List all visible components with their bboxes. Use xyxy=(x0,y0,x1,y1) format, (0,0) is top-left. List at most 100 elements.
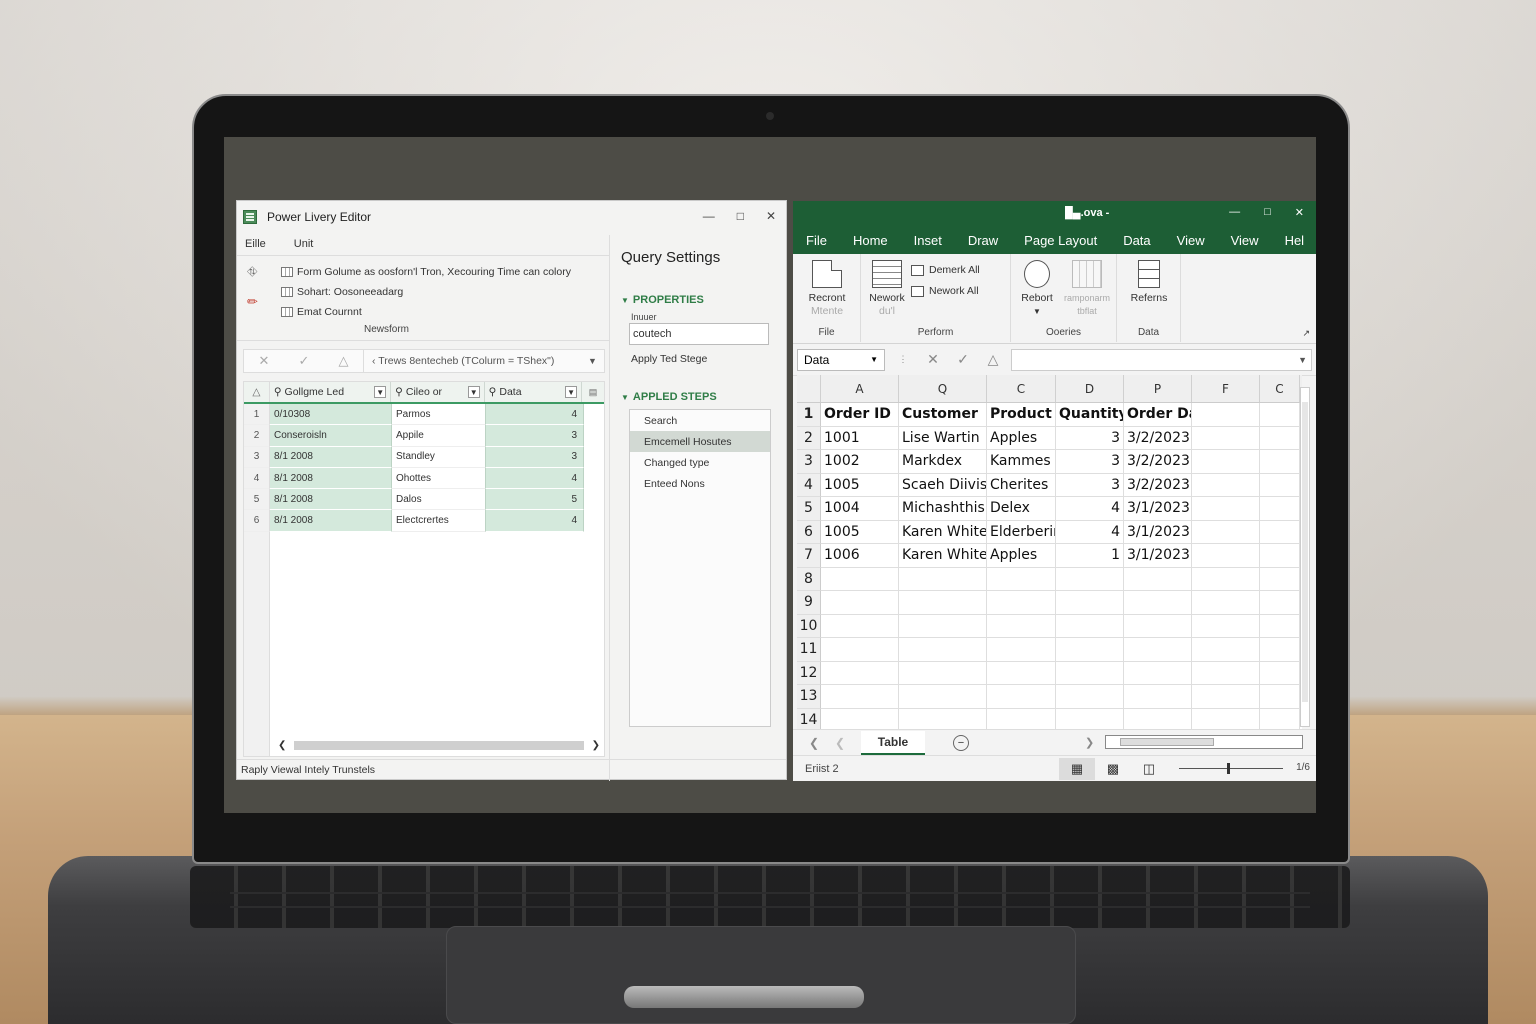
cell[interactable] xyxy=(821,685,899,709)
cell[interactable] xyxy=(987,614,1056,638)
cell[interactable] xyxy=(1260,661,1300,685)
minimize-icon[interactable]: — xyxy=(1229,206,1240,219)
tab-view[interactable]: View xyxy=(1164,233,1218,248)
cell[interactable] xyxy=(1260,685,1300,709)
chevron-left-icon[interactable]: ❮ xyxy=(835,736,845,750)
chevron-right-icon[interactable]: ❯ xyxy=(1085,736,1094,749)
cell[interactable]: 4 xyxy=(486,467,584,490)
chevron-left-icon[interactable]: ❮ xyxy=(278,740,286,751)
all-properties-link[interactable]: Apply Ted Stege xyxy=(621,353,781,365)
cell[interactable]: 1002 xyxy=(821,450,899,474)
ribbon-item-form[interactable]: Form Golume as oosforn'l Tron, Xecouring… xyxy=(281,262,571,282)
column-header[interactable]: ⚲ Cileo or ▼ xyxy=(391,382,485,402)
page-break-view-icon[interactable]: ◫ xyxy=(1131,758,1167,780)
cell[interactable]: 3/2/2023 xyxy=(1124,426,1192,450)
page-layout-view-icon[interactable]: ▩ xyxy=(1095,758,1131,780)
cell[interactable]: Delex xyxy=(987,497,1056,521)
cell[interactable] xyxy=(1192,520,1260,544)
filter-dropdown-icon[interactable]: ▼ xyxy=(374,386,387,398)
cell[interactable] xyxy=(1192,567,1260,591)
column-header[interactable]: F xyxy=(1192,375,1260,402)
cell[interactable] xyxy=(1124,567,1192,591)
column-header[interactable]: P xyxy=(1124,375,1192,402)
cell[interactable] xyxy=(821,614,899,638)
demerk-all-button[interactable]: Demerk All xyxy=(911,264,980,276)
cell[interactable]: 3 xyxy=(486,425,584,447)
cell[interactable] xyxy=(1056,614,1124,638)
cell[interactable]: 1 xyxy=(1056,544,1124,568)
cell[interactable] xyxy=(1260,638,1300,662)
list-item[interactable]: Changed type xyxy=(630,452,770,473)
chevron-down-icon[interactable]: ▼ xyxy=(588,356,604,366)
cell[interactable]: Michashthis xyxy=(899,497,987,521)
cell[interactable]: Elderberin xyxy=(987,520,1056,544)
add-sheet-icon[interactable]: − xyxy=(953,734,969,751)
horizontal-scrollbar[interactable]: ❮ ❯ xyxy=(278,738,600,752)
cell[interactable] xyxy=(821,591,899,615)
properties-section[interactable]: ▼ PROPERTIES xyxy=(621,294,781,306)
cell[interactable]: 4 xyxy=(1056,520,1124,544)
cell[interactable]: 1004 xyxy=(821,497,899,521)
column-header[interactable]: ⚲ Data ▼ xyxy=(485,382,583,402)
cell[interactable]: 0/10308 xyxy=(270,404,392,426)
maximize-icon[interactable]: □ xyxy=(1264,206,1271,219)
zoom-slider[interactable] xyxy=(1179,763,1283,774)
cell[interactable] xyxy=(1260,403,1300,427)
list-item[interactable]: Search xyxy=(630,410,770,431)
add-column-icon[interactable]: ▤ xyxy=(582,382,604,402)
cell[interactable]: 1001 xyxy=(821,426,899,450)
zoom-level[interactable]: 1/6 xyxy=(1296,762,1310,773)
cell[interactable]: 3 xyxy=(486,446,584,468)
cell[interactable]: 1005 xyxy=(821,473,899,497)
column-header[interactable]: Q xyxy=(899,375,987,402)
cell[interactable]: 8/1 2008 xyxy=(270,489,392,511)
tab-data[interactable]: Data xyxy=(1110,233,1163,248)
normal-view-icon[interactable]: ▦ xyxy=(1059,758,1095,780)
cell[interactable] xyxy=(821,661,899,685)
cell[interactable]: Cherites xyxy=(987,473,1056,497)
column-header[interactable]: D xyxy=(1056,375,1124,402)
cell[interactable] xyxy=(1192,614,1260,638)
cell[interactable]: Scaeh Diivis xyxy=(899,473,987,497)
cell[interactable]: Karen White xyxy=(899,520,987,544)
cell[interactable] xyxy=(1192,661,1260,685)
scrollbar-track[interactable] xyxy=(294,741,584,750)
cell[interactable]: 4 xyxy=(1056,497,1124,521)
cell[interactable] xyxy=(1192,473,1260,497)
check-icon[interactable]: ✓ xyxy=(299,353,310,369)
cell[interactable] xyxy=(987,567,1056,591)
cell[interactable]: 5 xyxy=(486,489,584,511)
cell[interactable]: 3/1/2023 xyxy=(1124,520,1192,544)
minimize-icon[interactable]: — xyxy=(703,209,715,223)
cell[interactable] xyxy=(1260,473,1300,497)
cell[interactable] xyxy=(1056,591,1124,615)
cell[interactable]: 3 xyxy=(1056,473,1124,497)
maximize-icon[interactable]: □ xyxy=(737,209,744,223)
cell[interactable] xyxy=(1260,614,1300,638)
cell[interactable]: Order ID xyxy=(821,403,899,427)
cell[interactable]: Parmos xyxy=(392,404,486,426)
cell[interactable] xyxy=(987,685,1056,709)
scrollbar-thumb[interactable] xyxy=(1302,402,1308,702)
cell[interactable] xyxy=(1260,591,1300,615)
cell[interactable] xyxy=(899,567,987,591)
check-icon[interactable]: ✓ xyxy=(951,351,975,368)
cell[interactable]: Conseroisln xyxy=(270,425,392,447)
cell[interactable]: Lise Wartin xyxy=(899,426,987,450)
cell[interactable]: Product xyxy=(987,403,1056,427)
cell[interactable] xyxy=(1056,567,1124,591)
tab-draw[interactable]: Draw xyxy=(955,233,1011,248)
row-header[interactable]: 1 xyxy=(797,403,821,427)
cell[interactable] xyxy=(987,638,1056,662)
transform-icon[interactable]: ⛗ xyxy=(247,264,267,280)
expand-ribbon-icon[interactable]: ↗ xyxy=(1302,328,1310,339)
cell[interactable]: 8/1 2008 xyxy=(270,446,392,468)
table-menu-icon[interactable]: △ xyxy=(244,382,270,402)
cell[interactable] xyxy=(1192,403,1260,427)
cell[interactable] xyxy=(1260,497,1300,521)
name-box[interactable]: Data ▼ xyxy=(797,348,885,371)
cell[interactable] xyxy=(1260,426,1300,450)
cell[interactable] xyxy=(1192,450,1260,474)
cell[interactable] xyxy=(1192,638,1260,662)
cell[interactable]: 3/2/2023 xyxy=(1124,473,1192,497)
